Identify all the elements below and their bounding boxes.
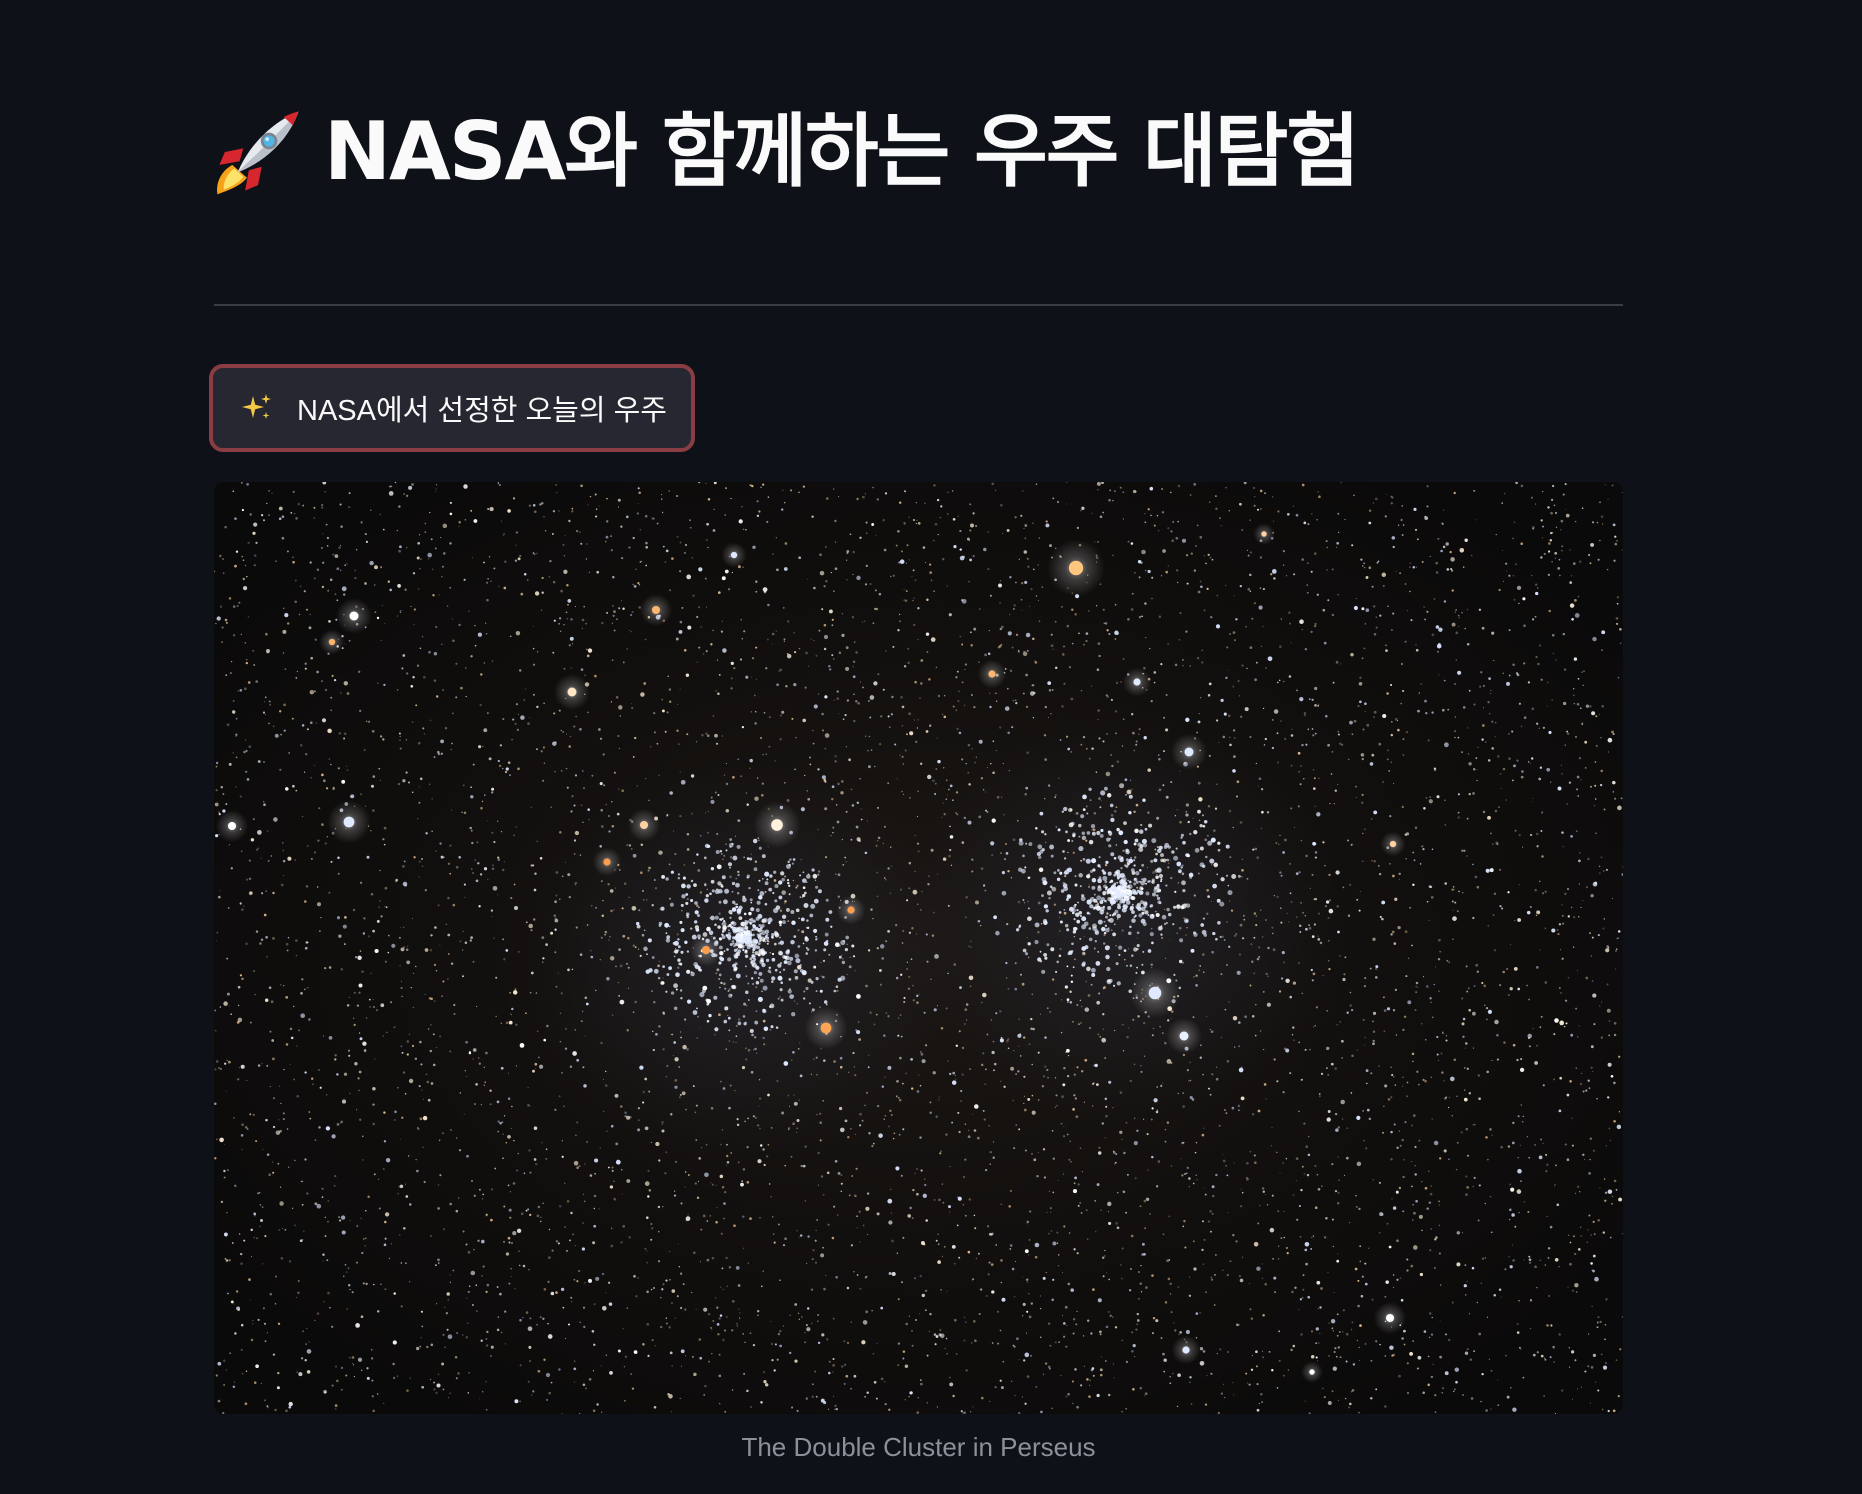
apod-image [214, 482, 1623, 1414]
app-page: NASA와 함께하는 우주 대탐험 NASA에서 선정한 오늘의 우주 The … [0, 0, 1862, 1494]
page-title-row: NASA와 함께하는 우주 대탐험 [212, 102, 1360, 202]
page-title: NASA와 함께하는 우주 대탐험 [324, 105, 1360, 198]
starfield-image [214, 482, 1623, 1414]
apod-caption: The Double Cluster in Perseus [741, 1432, 1096, 1462]
apod-button-label: NASA에서 선정한 오늘의 우주 [297, 395, 667, 427]
rocket-icon [217, 111, 299, 195]
sparkles-icon [242, 394, 271, 419]
header-divider [214, 304, 1623, 306]
apod-button[interactable]: NASA에서 선정한 오늘의 우주 [209, 364, 695, 452]
